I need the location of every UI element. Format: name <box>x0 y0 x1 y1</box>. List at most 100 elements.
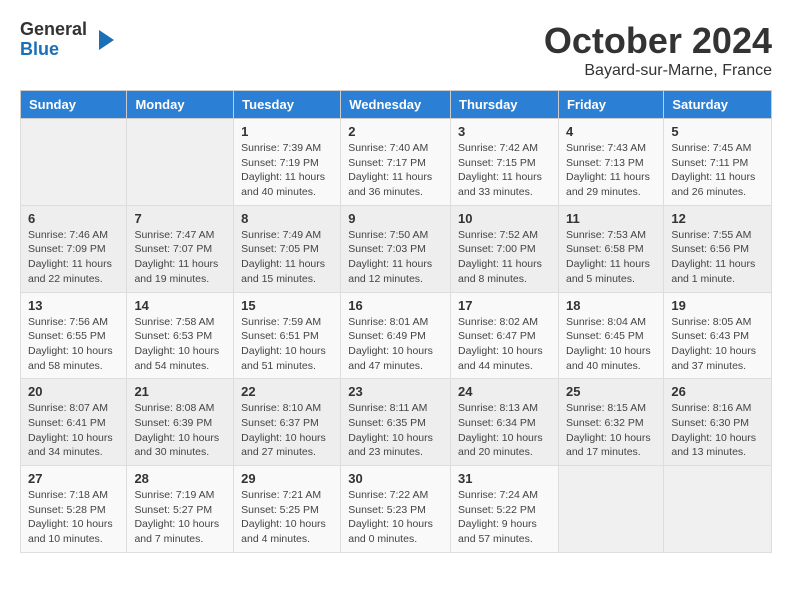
calendar-cell: 19 Sunrise: 8:05 AMSunset: 6:43 PMDayligh… <box>664 292 772 379</box>
day-number: 19 <box>671 298 764 313</box>
calendar-cell: 9 Sunrise: 7:50 AMSunset: 7:03 PMDaylight… <box>341 205 451 292</box>
calendar-cell: 29Sunrise: 7:21 AMSunset: 5:25 PMDayligh… <box>234 466 341 553</box>
calendar-cell: 8 Sunrise: 7:49 AMSunset: 7:05 PMDaylight… <box>234 205 341 292</box>
logo-blue-text: Blue <box>20 40 87 60</box>
calendar-cell: 21 Sunrise: 8:08 AMSunset: 6:39 PMDayligh… <box>127 379 234 466</box>
calendar-cell <box>664 466 772 553</box>
day-info: Sunrise: 7:46 AMSunset: 7:09 PMDaylight:… <box>28 228 119 287</box>
day-info: Sunrise: 7:42 AMSunset: 7:15 PMDaylight:… <box>458 141 551 200</box>
day-info: Sunrise: 8:11 AMSunset: 6:35 PMDaylight:… <box>348 401 443 460</box>
day-number: 18 <box>566 298 656 313</box>
calendar-cell: 3 Sunrise: 7:42 AMSunset: 7:15 PMDaylight… <box>451 119 559 206</box>
day-of-week-header: Monday <box>127 91 234 119</box>
day-info: Sunrise: 7:19 AMSunset: 5:27 PMDaylight:… <box>134 488 226 547</box>
calendar-cell: 6Sunrise: 7:46 AMSunset: 7:09 PMDaylight… <box>21 205 127 292</box>
calendar-cell: 5Sunrise: 7:45 AMSunset: 7:11 PMDaylight… <box>664 119 772 206</box>
day-number: 21 <box>134 384 226 399</box>
calendar-week-row: 13 Sunrise: 7:56 AMSunset: 6:55 PMDayligh… <box>21 292 772 379</box>
day-of-week-header: Thursday <box>451 91 559 119</box>
day-info: Sunrise: 7:40 AMSunset: 7:17 PMDaylight:… <box>348 141 443 200</box>
day-info: Sunrise: 7:50 AMSunset: 7:03 PMDaylight:… <box>348 228 443 287</box>
calendar-week-row: 6Sunrise: 7:46 AMSunset: 7:09 PMDaylight… <box>21 205 772 292</box>
day-info: Sunrise: 8:01 AMSunset: 6:49 PMDaylight:… <box>348 315 443 374</box>
day-number: 13 <box>28 298 119 313</box>
calendar-cell: 31 Sunrise: 7:24 AMSunset: 5:22 PMDayligh… <box>451 466 559 553</box>
day-info: Sunrise: 8:13 AMSunset: 6:34 PMDaylight:… <box>458 401 551 460</box>
day-number: 27 <box>28 471 119 486</box>
logo: General Blue <box>20 20 119 60</box>
calendar-cell: 12Sunrise: 7:55 AMSunset: 6:56 PMDayligh… <box>664 205 772 292</box>
day-info: Sunrise: 8:10 AMSunset: 6:37 PMDaylight:… <box>241 401 333 460</box>
day-number: 31 <box>458 471 551 486</box>
calendar-cell: 30 Sunrise: 7:22 AMSunset: 5:23 PMDayligh… <box>341 466 451 553</box>
calendar-cell: 28 Sunrise: 7:19 AMSunset: 5:27 PMDayligh… <box>127 466 234 553</box>
calendar-cell: 24 Sunrise: 8:13 AMSunset: 6:34 PMDayligh… <box>451 379 559 466</box>
day-info: Sunrise: 7:22 AMSunset: 5:23 PMDaylight:… <box>348 488 443 547</box>
day-number: 11 <box>566 211 656 226</box>
calendar-cell: 16 Sunrise: 8:01 AMSunset: 6:49 PMDayligh… <box>341 292 451 379</box>
day-of-week-header: Tuesday <box>234 91 341 119</box>
day-info: Sunrise: 7:47 AMSunset: 7:07 PMDaylight:… <box>134 228 226 287</box>
calendar-cell: 4 Sunrise: 7:43 AMSunset: 7:13 PMDaylight… <box>558 119 663 206</box>
day-number: 28 <box>134 471 226 486</box>
page-header: General Blue October 2024 Bayard-sur-Mar… <box>20 20 772 80</box>
calendar-cell: 15 Sunrise: 7:59 AMSunset: 6:51 PMDayligh… <box>234 292 341 379</box>
day-number: 26 <box>671 384 764 399</box>
calendar-week-row: 20 Sunrise: 8:07 AMSunset: 6:41 PMDayligh… <box>21 379 772 466</box>
day-number: 8 <box>241 211 333 226</box>
calendar-cell: 20 Sunrise: 8:07 AMSunset: 6:41 PMDayligh… <box>21 379 127 466</box>
calendar-cell: 2Sunrise: 7:40 AMSunset: 7:17 PMDaylight… <box>341 119 451 206</box>
day-number: 9 <box>348 211 443 226</box>
calendar-cell: 26 Sunrise: 8:16 AMSunset: 6:30 PMDayligh… <box>664 379 772 466</box>
calendar-cell <box>127 119 234 206</box>
day-number: 22 <box>241 384 333 399</box>
day-of-week-header: Saturday <box>664 91 772 119</box>
calendar-cell: 17Sunrise: 8:02 AMSunset: 6:47 PMDayligh… <box>451 292 559 379</box>
day-info: Sunrise: 7:56 AMSunset: 6:55 PMDaylight:… <box>28 315 119 374</box>
day-number: 14 <box>134 298 226 313</box>
day-info: Sunrise: 8:16 AMSunset: 6:30 PMDaylight:… <box>671 401 764 460</box>
day-of-week-header: Wednesday <box>341 91 451 119</box>
calendar-cell: 7Sunrise: 7:47 AMSunset: 7:07 PMDaylight… <box>127 205 234 292</box>
calendar-table: SundayMondayTuesdayWednesdayThursdayFrid… <box>20 90 772 553</box>
logo-icon <box>89 25 119 55</box>
day-info: Sunrise: 7:49 AMSunset: 7:05 PMDaylight:… <box>241 228 333 287</box>
day-info: Sunrise: 7:21 AMSunset: 5:25 PMDaylight:… <box>241 488 333 547</box>
day-number: 5 <box>671 124 764 139</box>
calendar-cell: 1Sunrise: 7:39 AMSunset: 7:19 PMDaylight… <box>234 119 341 206</box>
day-number: 24 <box>458 384 551 399</box>
calendar-week-row: 1Sunrise: 7:39 AMSunset: 7:19 PMDaylight… <box>21 119 772 206</box>
day-info: Sunrise: 7:24 AMSunset: 5:22 PMDaylight:… <box>458 488 551 547</box>
day-info: Sunrise: 7:18 AMSunset: 5:28 PMDaylight:… <box>28 488 119 547</box>
day-number: 10 <box>458 211 551 226</box>
calendar-cell <box>21 119 127 206</box>
calendar-cell: 25Sunrise: 8:15 AMSunset: 6:32 PMDayligh… <box>558 379 663 466</box>
day-of-week-header: Sunday <box>21 91 127 119</box>
day-number: 4 <box>566 124 656 139</box>
calendar-cell <box>558 466 663 553</box>
title-block: October 2024 Bayard-sur-Marne, France <box>544 20 772 80</box>
day-number: 25 <box>566 384 656 399</box>
day-info: Sunrise: 8:05 AMSunset: 6:43 PMDaylight:… <box>671 315 764 374</box>
day-number: 16 <box>348 298 443 313</box>
day-number: 30 <box>348 471 443 486</box>
day-info: Sunrise: 7:58 AMSunset: 6:53 PMDaylight:… <box>134 315 226 374</box>
day-number: 20 <box>28 384 119 399</box>
day-info: Sunrise: 7:39 AMSunset: 7:19 PMDaylight:… <box>241 141 333 200</box>
calendar-cell: 23 Sunrise: 8:11 AMSunset: 6:35 PMDayligh… <box>341 379 451 466</box>
day-number: 15 <box>241 298 333 313</box>
calendar-body: 1Sunrise: 7:39 AMSunset: 7:19 PMDaylight… <box>21 119 772 553</box>
day-info: Sunrise: 8:08 AMSunset: 6:39 PMDaylight:… <box>134 401 226 460</box>
calendar-cell: 18 Sunrise: 8:04 AMSunset: 6:45 PMDayligh… <box>558 292 663 379</box>
day-info: Sunrise: 8:07 AMSunset: 6:41 PMDaylight:… <box>28 401 119 460</box>
calendar-cell: 14 Sunrise: 7:58 AMSunset: 6:53 PMDayligh… <box>127 292 234 379</box>
calendar-cell: 10Sunrise: 7:52 AMSunset: 7:00 PMDayligh… <box>451 205 559 292</box>
day-number: 23 <box>348 384 443 399</box>
day-number: 3 <box>458 124 551 139</box>
day-info: Sunrise: 7:43 AMSunset: 7:13 PMDaylight:… <box>566 141 656 200</box>
calendar-cell: 22 Sunrise: 8:10 AMSunset: 6:37 PMDayligh… <box>234 379 341 466</box>
day-info: Sunrise: 8:04 AMSunset: 6:45 PMDaylight:… <box>566 315 656 374</box>
day-info: Sunrise: 7:59 AMSunset: 6:51 PMDaylight:… <box>241 315 333 374</box>
day-number: 12 <box>671 211 764 226</box>
calendar-cell: 27 Sunrise: 7:18 AMSunset: 5:28 PMDayligh… <box>21 466 127 553</box>
